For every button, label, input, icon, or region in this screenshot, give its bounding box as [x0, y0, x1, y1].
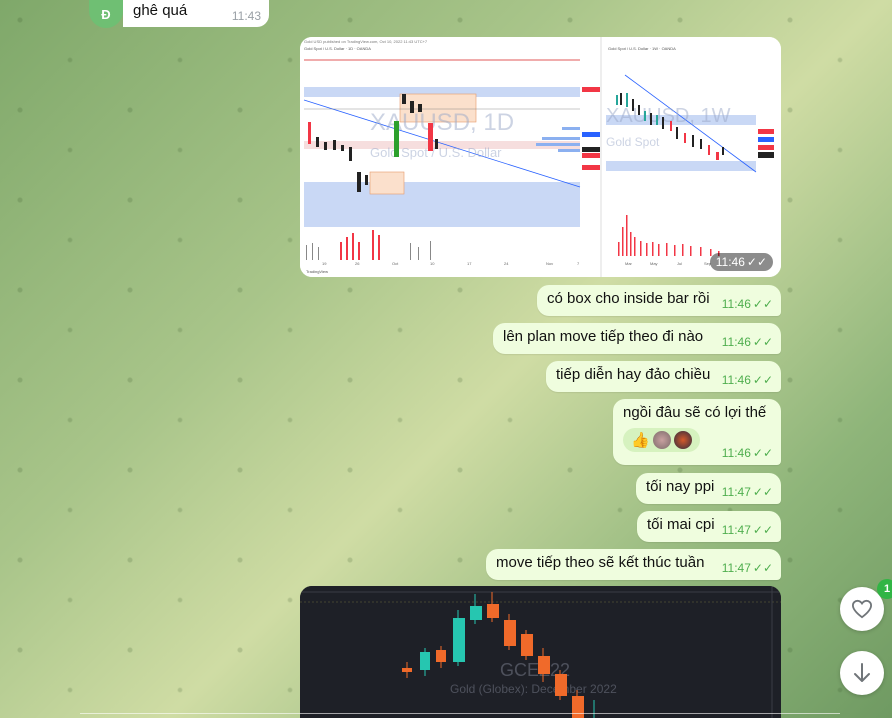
message-text: tiếp diễn hay đảo chiều: [556, 366, 711, 383]
outgoing-message-with-reactions[interactable]: ngồi đâu sẽ có lợi thế 👍 11:46 ✓✓: [613, 399, 781, 465]
outgoing-message[interactable]: có box cho inside bar rồi 11:46 ✓✓: [537, 285, 781, 316]
chart-photo-message[interactable]: Gold USD published on TradingView.com, O…: [300, 37, 781, 277]
message-meta: 11:46 ✓✓: [721, 297, 773, 311]
sender-avatar[interactable]: Đ: [89, 0, 123, 28]
message-text: tối mai cpi: [647, 516, 715, 533]
dark-chart-photo-message[interactable]: GCEZ22 Gold (Globex): December 2022: [300, 586, 781, 718]
message-time: 11:43: [231, 9, 261, 23]
double-check-icon: ✓✓: [752, 485, 773, 499]
right-chart-header: Gold Spot / U.S. Dollar · 1W · OANDA: [608, 46, 676, 51]
left-x-label-5: 24: [504, 261, 509, 266]
double-check-icon: ✓✓: [752, 561, 773, 575]
message-meta: 11:47 ✓✓: [721, 561, 773, 575]
right-chart-symbol-watermark: XAUUSD, 1W: [606, 105, 731, 127]
right-x-label-2: Jul: [677, 261, 682, 266]
incoming-message[interactable]: ghê quá 11:43: [123, 0, 269, 27]
heart-icon: [851, 599, 873, 619]
photo-time: 11:46 ✓✓: [709, 253, 773, 271]
left-chart-header: Gold Spot / U.S. Dollar · 1D · OANDA: [304, 46, 371, 51]
message-text: có box cho inside bar rồi: [547, 290, 710, 307]
message-text: move tiếp theo sẽ kết thúc tuần: [496, 554, 705, 571]
outgoing-message[interactable]: tiếp diễn hay đảo chiều 11:46 ✓✓: [546, 361, 781, 392]
left-x-label-4: 17: [467, 261, 472, 266]
right-x-label-0: Mar: [625, 261, 633, 266]
left-chart-published: Gold USD published on TradingView.com, O…: [304, 39, 428, 44]
arrow-down-icon: [854, 663, 870, 682]
message-text: tối nay ppi: [646, 478, 715, 495]
tradingview-footer: TradingView: [306, 269, 328, 274]
dark-chart-image: GCEZ22 Gold (Globex): December 2022: [300, 586, 781, 718]
message-meta: 11:47 ✓✓: [721, 485, 773, 499]
double-check-icon: ✓✓: [752, 373, 773, 387]
message-text: ngồi đâu sẽ có lợi thế: [623, 404, 767, 421]
scroll-down-button[interactable]: [840, 651, 884, 695]
unread-reactions-badge: 1: [877, 579, 892, 599]
right-chart-subtitle-watermark: Gold Spot: [606, 135, 660, 149]
outgoing-message[interactable]: lên plan move tiếp theo đi nào 11:46 ✓✓: [493, 323, 781, 354]
left-x-label-2: Oct: [392, 261, 399, 266]
left-x-label-1: 26: [355, 261, 360, 266]
outgoing-message[interactable]: tối nay ppi 11:47 ✓✓: [636, 473, 781, 504]
message-text: ghê quá: [133, 2, 188, 19]
thumbs-up-reaction-icon: 👍: [631, 432, 650, 449]
double-check-icon: ✓✓: [752, 297, 773, 311]
left-x-label-0: 19: [322, 261, 327, 266]
double-check-icon: ✓✓: [746, 255, 767, 269]
message-meta: 11:46 ✓✓: [721, 335, 773, 349]
reactions-bar[interactable]: 👍: [623, 428, 700, 452]
message-meta: 11:47 ✓✓: [721, 523, 773, 537]
double-check-icon: ✓✓: [752, 523, 773, 537]
message-text: lên plan move tiếp theo đi nào: [503, 328, 704, 345]
left-x-label-3: 10: [430, 261, 435, 266]
outgoing-message[interactable]: tối mai cpi 11:47 ✓✓: [637, 511, 781, 542]
outgoing-message[interactable]: move tiếp theo sẽ kết thúc tuần 11:47 ✓✓: [486, 549, 781, 580]
message-meta: 11:46 ✓✓: [721, 446, 773, 460]
left-chart-symbol-watermark: XAUUSD, 1D: [370, 109, 514, 136]
left-x-label-6: Nov: [546, 261, 553, 266]
reactor-avatar: [652, 431, 671, 449]
double-check-icon: ✓✓: [752, 335, 773, 349]
dark-chart-subtitle-watermark: Gold (Globex): December 2022: [450, 682, 617, 696]
chart-screenshot-image: Gold USD published on TradingView.com, O…: [300, 37, 781, 277]
double-check-icon: ✓✓: [752, 446, 773, 460]
right-x-label-1: May: [650, 261, 658, 266]
message-meta: 11:46 ✓✓: [721, 373, 773, 387]
composer-divider: [80, 713, 840, 714]
reactor-avatar: [673, 431, 692, 449]
